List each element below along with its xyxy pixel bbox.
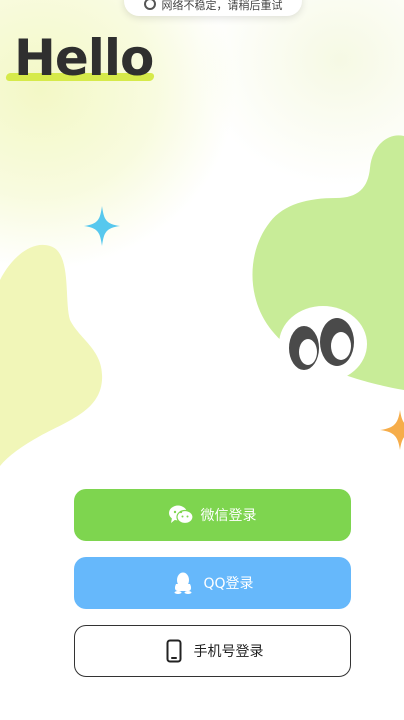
wechat-login-button[interactable]: 微信登录 [74,489,351,541]
phone-icon [162,639,186,663]
qq-penguin-icon [171,571,195,595]
gear-icon [143,0,156,10]
orange-sparkle-icon [380,410,404,450]
qq-login-label: QQ登录 [203,576,254,592]
phone-login-button[interactable]: 手机号登录 [74,625,351,677]
wechat-login-label: 微信登录 [200,508,257,524]
wechat-icon [168,503,193,527]
qq-login-button[interactable]: QQ登录 [74,557,351,609]
yellow-blob-decoration [0,244,103,466]
hello-text: Hello [14,29,154,87]
toast-text: 网络不稳定，请稍后重试 [161,0,283,12]
hello-heading: Hello [5,29,155,87]
network-toast: 网络不稳定，请稍后重试 [124,0,302,16]
phone-login-label: 手机号登录 [193,644,264,660]
cartoon-eyes-icon [279,306,367,382]
